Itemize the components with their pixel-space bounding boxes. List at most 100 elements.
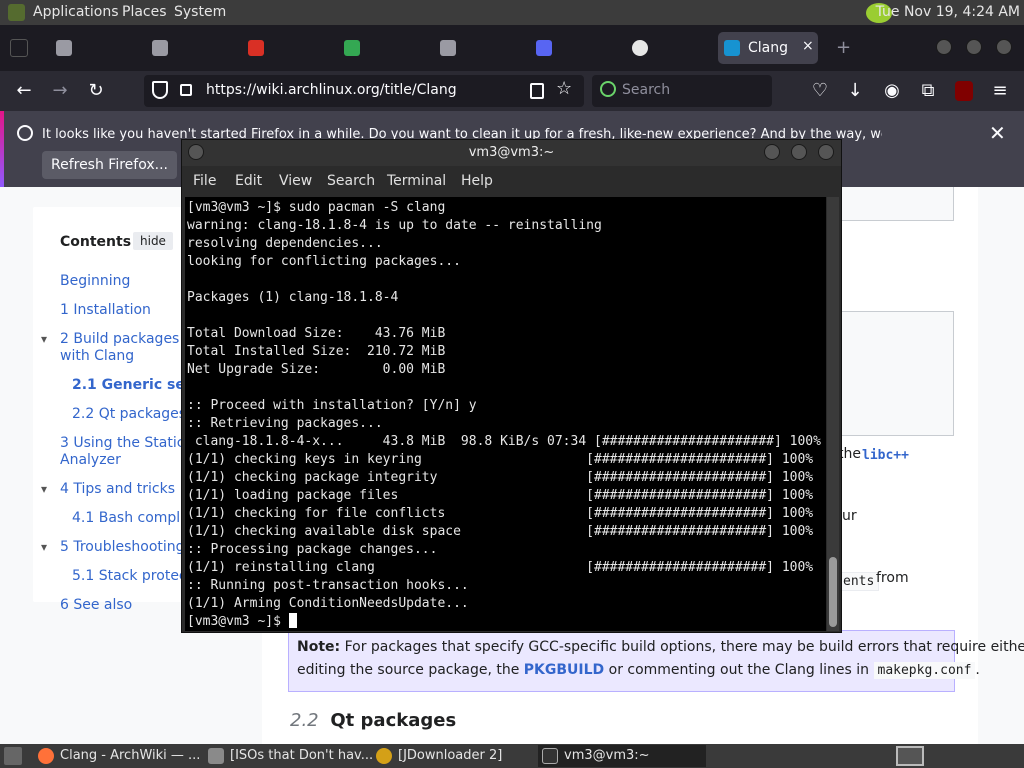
minimize-icon[interactable] bbox=[764, 144, 780, 160]
tab-background[interactable] bbox=[146, 32, 236, 64]
pocket-icon[interactable]: ♡ bbox=[808, 79, 832, 103]
terminal-scrollbar[interactable] bbox=[827, 197, 839, 631]
url-text[interactable]: https://wiki.archlinux.org/title/Clang bbox=[206, 82, 457, 98]
chevron-down-icon[interactable]: ▾ bbox=[41, 482, 47, 496]
tracking-shield-icon[interactable] bbox=[152, 81, 168, 99]
info-icon bbox=[17, 125, 33, 141]
tab-background[interactable] bbox=[530, 32, 620, 64]
menu-hamburger-icon[interactable]: ≡ bbox=[988, 79, 1012, 103]
search-bar[interactable]: Search bbox=[592, 75, 772, 107]
section-title: Qt packages bbox=[330, 710, 457, 731]
terminal-window[interactable]: vm3@vm3:~ File Edit View Search Terminal… bbox=[181, 139, 842, 633]
menu-view[interactable]: View bbox=[279, 173, 312, 189]
toc-item[interactable]: 2 Build packages with Clang bbox=[60, 331, 200, 365]
new-tab-icon[interactable]: + bbox=[836, 37, 851, 58]
back-icon[interactable]: ← bbox=[12, 79, 36, 103]
minimize-window-icon[interactable] bbox=[936, 39, 952, 55]
reader-view-icon[interactable] bbox=[530, 83, 544, 99]
toc-item[interactable]: 6 See also bbox=[60, 597, 132, 613]
taskbar-item-active[interactable]: vm3@vm3:~ bbox=[538, 745, 706, 767]
tab-background[interactable] bbox=[50, 32, 140, 64]
menu-applications[interactable]: Applications bbox=[33, 4, 119, 20]
trash-icon bbox=[152, 40, 168, 56]
close-icon[interactable] bbox=[818, 144, 834, 160]
terminal-line: Net Upgrade Size: 0.00 MiB bbox=[187, 362, 446, 377]
tab-background[interactable] bbox=[242, 32, 332, 64]
distro-logo-icon[interactable] bbox=[8, 4, 25, 21]
close-notification-icon[interactable]: ✕ bbox=[989, 121, 1006, 145]
terminal-title: vm3@vm3:~ bbox=[468, 145, 555, 160]
taskbar-label: vm3@vm3:~ bbox=[564, 748, 650, 763]
terminal-line: (1/1) checking available disk space [###… bbox=[187, 524, 814, 539]
toc-item[interactable]: 4 Tips and tricks bbox=[60, 481, 175, 497]
notification-accent bbox=[0, 111, 4, 187]
downloads-icon[interactable]: ↓ bbox=[843, 79, 867, 103]
terminal-line: warning: clang-18.1.8-4 is up to date --… bbox=[187, 218, 602, 233]
libcxx-link[interactable]: libc++ bbox=[862, 448, 909, 463]
ublock-icon[interactable] bbox=[955, 81, 973, 101]
tab-background[interactable] bbox=[626, 32, 716, 64]
account-icon[interactable]: ◉ bbox=[880, 79, 904, 103]
taskbar-item[interactable]: [JDownloader 2] bbox=[372, 745, 534, 767]
list-all-tabs-icon[interactable] bbox=[10, 39, 28, 57]
note-code: makepkg.conf bbox=[873, 662, 976, 679]
menu-help[interactable]: Help bbox=[461, 173, 493, 189]
menu-search[interactable]: Search bbox=[327, 173, 375, 189]
code-fragment: ents bbox=[838, 572, 880, 591]
close-tab-icon[interactable]: × bbox=[802, 38, 814, 54]
maximize-window-icon[interactable] bbox=[966, 39, 982, 55]
table-of-contents: Contents hide Beginning 1 Installation ▾… bbox=[33, 207, 216, 613]
forward-icon[interactable]: → bbox=[48, 79, 72, 103]
url-bar[interactable]: https://wiki.archlinux.org/title/Clang ☆ bbox=[144, 75, 584, 107]
extensions-icon[interactable]: ⧉ bbox=[916, 79, 940, 103]
menu-file[interactable]: File bbox=[193, 173, 216, 189]
terminal-line: (1/1) checking package integrity [######… bbox=[187, 470, 814, 485]
pkgbuild-link[interactable]: PKGBUILD bbox=[524, 662, 604, 678]
menu-system[interactable]: System bbox=[174, 4, 226, 20]
top-panel: Applications Places System Tue Nov 19, 4… bbox=[0, 0, 1024, 25]
text-fragment: from bbox=[876, 570, 909, 586]
terminal-cursor bbox=[288, 613, 297, 628]
scrollbar-thumb[interactable] bbox=[829, 557, 837, 627]
tab-background[interactable] bbox=[338, 32, 428, 64]
show-desktop-icon[interactable] bbox=[4, 747, 22, 765]
close-window-icon[interactable] bbox=[996, 39, 1012, 55]
reload-icon[interactable]: ↻ bbox=[84, 79, 108, 103]
chevron-down-icon[interactable]: ▾ bbox=[41, 540, 47, 554]
folder-icon bbox=[208, 748, 224, 764]
note-line-1: Note: For packages that specify GCC-spec… bbox=[297, 639, 1024, 655]
terminal-line: looking for conflicting packages... bbox=[187, 254, 461, 269]
jdownloader-icon bbox=[376, 748, 392, 764]
bookmark-star-icon[interactable]: ☆ bbox=[556, 78, 572, 99]
chevron-down-icon[interactable]: ▾ bbox=[41, 332, 47, 346]
toc-item[interactable]: 5 Troubleshooting bbox=[60, 539, 185, 555]
terminal-line: [vm3@vm3 ~]$ sudo pacman -S clang bbox=[187, 200, 446, 215]
terminal-line: clang-18.1.8-4-x... 43.8 MiB 98.8 KiB/s … bbox=[187, 434, 821, 449]
trash-icon bbox=[440, 40, 456, 56]
terminal-icon bbox=[542, 748, 558, 764]
note-text: editing the source package, the bbox=[297, 662, 524, 678]
terminal-screen[interactable]: [vm3@vm3 ~]$ sudo pacman -S clang warning… bbox=[185, 197, 826, 631]
terminal-line: Total Download Size: 43.76 MiB bbox=[187, 326, 446, 341]
tab-clang[interactable]: Clang × bbox=[718, 32, 818, 64]
terminal-output: [vm3@vm3 ~]$ sudo pacman -S clang warning… bbox=[187, 199, 821, 631]
tab-background[interactable] bbox=[434, 32, 524, 64]
toc-item[interactable]: 1 Installation bbox=[60, 302, 151, 318]
toc-hide-button[interactable]: hide bbox=[133, 232, 173, 250]
terminal-titlebar[interactable]: vm3@vm3:~ bbox=[182, 140, 841, 166]
lock-icon[interactable] bbox=[180, 84, 192, 96]
maximize-icon[interactable] bbox=[791, 144, 807, 160]
menu-places[interactable]: Places bbox=[122, 4, 167, 20]
clock[interactable]: Tue Nov 19, 4:24 AM bbox=[876, 4, 1020, 20]
taskbar-item[interactable]: [ISOs that Don't hav... bbox=[204, 745, 373, 767]
menu-terminal[interactable]: Terminal bbox=[387, 173, 446, 189]
toc-item[interactable]: 2.2 Qt packages bbox=[72, 406, 186, 422]
taskbar-item[interactable]: Clang - ArchWiki — ... bbox=[34, 745, 204, 767]
menu-edit[interactable]: Edit bbox=[235, 173, 262, 189]
refresh-firefox-button[interactable]: Refresh Firefox... bbox=[42, 151, 177, 179]
toc-item[interactable]: 3 Using the Static Analyzer bbox=[60, 435, 200, 469]
tab-strip: Clang × + bbox=[0, 25, 1024, 71]
workspace-switcher-icon[interactable] bbox=[896, 746, 924, 766]
trash-icon bbox=[56, 40, 72, 56]
toc-item[interactable]: Beginning bbox=[60, 273, 130, 289]
